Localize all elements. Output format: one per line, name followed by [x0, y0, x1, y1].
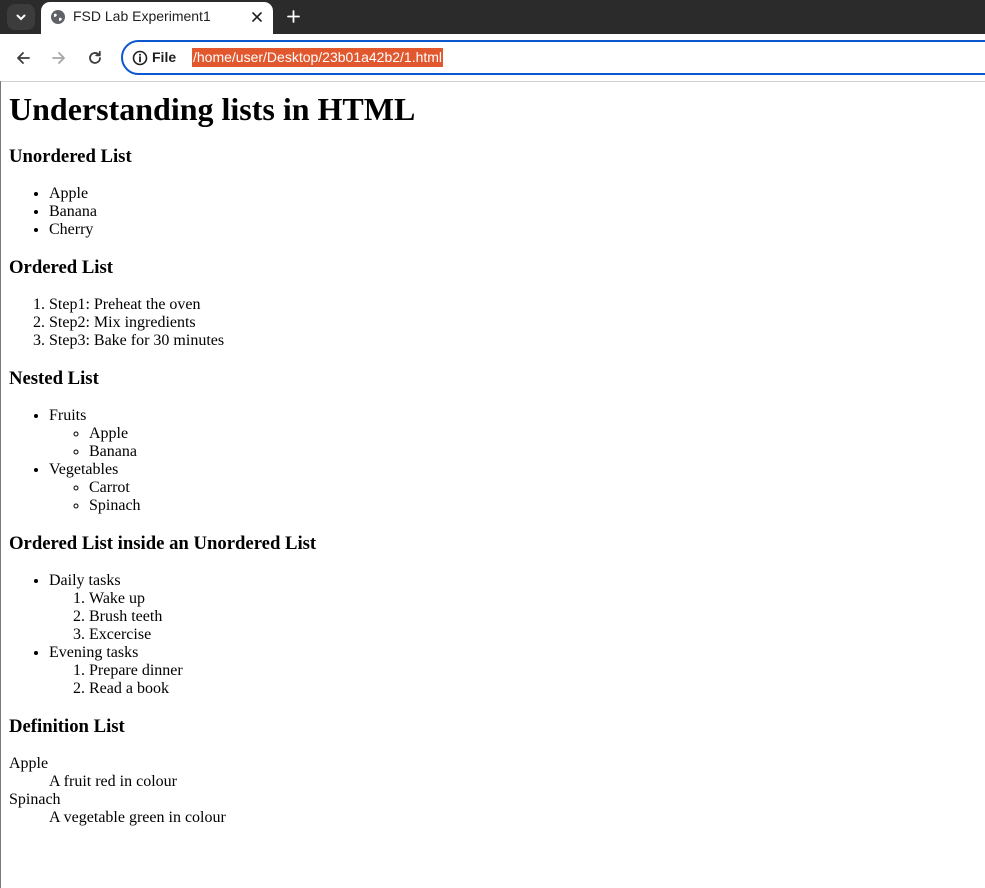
list-item: Banana: [49, 203, 969, 221]
list-item: Prepare dinner: [89, 662, 969, 680]
new-tab-button[interactable]: [281, 4, 305, 28]
definition-term: Apple: [9, 755, 49, 772]
list-item: Cherry: [49, 221, 969, 239]
close-icon: [252, 12, 262, 22]
list-item: Brush teeth: [89, 608, 969, 626]
window-edge: [0, 81, 1, 888]
list-item: Step2: Mix ingredients: [49, 314, 969, 332]
tab-search-button[interactable]: [7, 4, 35, 30]
sub-list: Prepare dinner Read a book: [49, 662, 969, 698]
list-item: Apple: [49, 185, 969, 203]
list-item-fruits: Fruits Apple Banana: [49, 407, 969, 461]
arrow-right-icon: [52, 52, 65, 64]
list-item: Carrot: [89, 479, 969, 497]
list-item: Apple: [89, 425, 969, 443]
back-button[interactable]: [11, 46, 35, 70]
ordered-in-unordered-heading: Ordered List inside an Unordered List: [9, 533, 317, 554]
sub-list: Wake up Brush teeth Excercise: [49, 590, 969, 644]
address-bar[interactable]: File /home/user/Desktop/23b01a42b2/1.htm…: [121, 40, 985, 75]
chevron-down-icon: [16, 14, 26, 21]
address-url[interactable]: /home/user/Desktop/23b01a42b2/1.html: [192, 48, 444, 67]
list-item-daily-tasks: Daily tasks Wake up Brush teeth Excercis…: [49, 572, 969, 644]
ordered-list: Step1: Preheat the oven Step2: Mix ingre…: [9, 296, 969, 350]
globe-icon: [51, 10, 65, 24]
group-label: Daily tasks: [49, 572, 121, 589]
browser-toolbar: File /home/user/Desktop/23b01a42b2/1.htm…: [0, 34, 985, 82]
list-item-evening-tasks: Evening tasks Prepare dinner Read a book: [49, 644, 969, 698]
address-scheme-label: File: [152, 49, 177, 65]
sub-list: Apple Banana: [49, 425, 969, 461]
group-label: Evening tasks: [49, 644, 139, 661]
list-item: Excercise: [89, 626, 969, 644]
list-item: Spinach: [89, 497, 969, 515]
list-item: Banana: [89, 443, 969, 461]
page-content: Understanding lists in HTML Unordered Li…: [9, 81, 969, 827]
definition-term: Spinach: [9, 791, 61, 808]
reload-button[interactable]: [83, 46, 107, 70]
group-label: Fruits: [49, 407, 87, 424]
mixed-list: Daily tasks Wake up Brush teeth Excercis…: [9, 572, 969, 698]
group-label: Vegetables: [49, 461, 119, 478]
plus-icon: [286, 9, 300, 23]
ordered-list-heading: Ordered List: [9, 257, 113, 278]
forward-button[interactable]: [47, 46, 71, 70]
list-item: Read a book: [89, 680, 969, 698]
definition-description: A fruit red in colour: [49, 773, 177, 790]
tab-strip: FSD Lab Experiment1: [0, 0, 985, 34]
reload-icon: [89, 50, 101, 64]
definition-description: A vegetable green in colour: [49, 809, 226, 826]
unordered-list: Apple Banana Cherry: [9, 185, 969, 239]
nested-list: Fruits Apple Banana Vegetables Carrot Sp…: [9, 407, 969, 515]
tab-title: FSD Lab Experiment1: [73, 8, 211, 24]
list-item-vegetables: Vegetables Carrot Spinach: [49, 461, 969, 515]
nested-list-heading: Nested List: [9, 368, 99, 389]
page-title: Understanding lists in HTML: [9, 91, 416, 127]
unordered-list-heading: Unordered List: [9, 146, 132, 167]
close-tab-button[interactable]: [247, 7, 267, 27]
arrow-left-icon: [17, 52, 30, 64]
list-item: Step1: Preheat the oven: [49, 296, 969, 314]
definition-list: Apple A fruit red in colour Spinach A ve…: [9, 755, 969, 827]
info-icon[interactable]: [132, 50, 148, 66]
definition-list-heading: Definition List: [9, 716, 125, 737]
active-tab[interactable]: FSD Lab Experiment1: [41, 2, 273, 34]
sub-list: Carrot Spinach: [49, 479, 969, 515]
list-item: Step3: Bake for 30 minutes: [49, 332, 969, 350]
list-item: Wake up: [89, 590, 969, 608]
